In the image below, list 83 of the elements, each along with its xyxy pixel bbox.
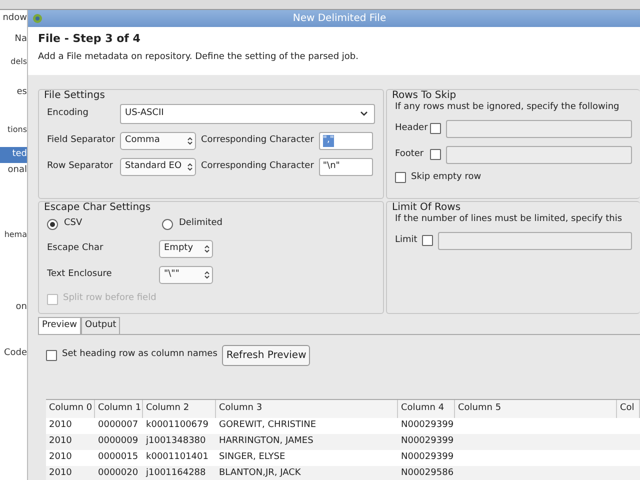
table-cell-text: 0000015	[97, 452, 140, 464]
refresh-preview-button[interactable]: Refresh Preview	[222, 344, 310, 366]
sidebar-item[interactable]: onal	[0, 163, 27, 179]
table-cell-text: 0000007	[97, 420, 140, 432]
column-header[interactable]: Col	[617, 400, 640, 418]
table-cell-text: 2010	[48, 436, 73, 448]
table-cell-text: N00029399	[400, 436, 455, 448]
table-cell-text: BLANTON,JR, JACK	[218, 468, 302, 480]
field-label: Text Enclosure	[47, 269, 113, 281]
radio-label: Delimited	[179, 218, 223, 230]
checkbox-label: Set heading row as column names	[62, 349, 218, 362]
group-description: If the number of lines must be limited, specify this	[395, 214, 624, 226]
column-header[interactable]: Column 0	[46, 400, 95, 418]
group-title: Rows To Skip	[391, 90, 458, 102]
sidebar-item[interactable]: Code	[0, 324, 27, 384]
table-cell-text: 0000009	[97, 436, 140, 448]
table-cell-text: j1001348380	[144, 436, 207, 448]
group-title: Escape Char Settings	[43, 202, 152, 214]
field-label: Limit	[395, 234, 418, 247]
table-cell-text: N00029399	[400, 452, 455, 464]
column-header[interactable]: Column 4	[398, 400, 455, 418]
column-header[interactable]: Column 1	[95, 400, 143, 418]
input-field[interactable]	[446, 120, 632, 138]
checkbox[interactable]	[46, 350, 57, 361]
field-label: Escape Char	[47, 243, 104, 255]
spinner-arrows-icon	[187, 136, 193, 146]
group-description: If any rows must be ignored, specify the following	[395, 102, 620, 114]
field-label: Corresponding Character	[201, 161, 314, 173]
field-label: Field Separator	[47, 135, 115, 147]
table-cell-text: k0001101401	[145, 452, 210, 464]
table-cell-text: 0000020	[97, 468, 140, 480]
table-cell-text: j1001164288	[144, 468, 207, 480]
table-cell-text: 2010	[48, 420, 73, 432]
sidebar-item[interactable]: ted	[0, 147, 27, 163]
field-label: Corresponding Character	[201, 135, 314, 147]
app-icon	[32, 13, 43, 24]
separator-dropdown[interactable]: Standard EO	[120, 158, 196, 176]
radio-button[interactable]	[47, 218, 58, 230]
checkbox[interactable]	[395, 172, 406, 184]
input-field[interactable]: "\n"	[318, 158, 373, 176]
step-title: File - Step 3 of 4	[38, 32, 142, 46]
sidebar-item[interactable]: es	[0, 72, 27, 114]
checkbox[interactable]	[430, 149, 441, 160]
table-cell-text: N00029399	[400, 420, 455, 432]
table-cell-text: k0001100679	[145, 420, 210, 432]
table-cell-text: HARRINGTON, JAMES	[218, 436, 314, 448]
separator-dropdown[interactable]: Comma	[120, 132, 196, 150]
field-label: Encoding	[47, 108, 90, 120]
spinner-arrows-icon	[204, 244, 210, 254]
checkbox-label: Split row before field	[63, 293, 156, 305]
table-cell-text: 2010	[48, 452, 73, 464]
spinner-dropdown[interactable]: "\""	[159, 266, 213, 284]
column-header[interactable]: Column 3	[216, 400, 398, 418]
checkbox[interactable]	[430, 123, 441, 134]
radio-label: CSV	[64, 218, 82, 230]
radio-button[interactable]	[162, 218, 173, 230]
field-label: Row Separator	[47, 161, 114, 173]
table-cell-text: N00029586	[400, 468, 455, 480]
checkbox-label: Skip empty row	[411, 172, 482, 184]
spinner-arrows-icon	[204, 270, 210, 280]
group-title: File Settings	[43, 90, 106, 102]
table-cell-text: 2010	[48, 468, 73, 480]
table-cell-text: SINGER, ELYSE	[218, 452, 286, 464]
field-label: Footer	[395, 148, 425, 161]
sidebar-item[interactable]: ndow	[0, 10, 27, 28]
input-field[interactable]	[438, 232, 632, 250]
step-description: Add a File metadata on repository. Define the setting of the parsed job.	[38, 52, 360, 64]
sidebar-item[interactable]: dels	[0, 52, 27, 72]
column-header[interactable]: Column 2	[143, 400, 216, 418]
sidebar-item[interactable]: on	[0, 292, 27, 324]
column-header[interactable]: Column 5	[455, 400, 617, 418]
spinner-dropdown[interactable]: Empty	[159, 240, 213, 258]
encoding-dropdown[interactable]: US-ASCII	[120, 104, 375, 124]
window-title: New Delimited File	[292, 12, 388, 25]
input-field[interactable]	[446, 146, 632, 164]
spinner-arrows-icon	[187, 162, 193, 172]
tab[interactable]: Output	[81, 317, 120, 334]
tab[interactable]: Preview	[38, 317, 82, 334]
checkbox[interactable]	[422, 235, 434, 246]
sidebar-item[interactable]: hema	[0, 179, 27, 292]
table-cell-text: GOREWIT, CHRISTINE	[218, 420, 318, 432]
sidebar-item[interactable]: Na	[0, 28, 27, 52]
sidebar-item[interactable]: tions	[0, 114, 27, 147]
